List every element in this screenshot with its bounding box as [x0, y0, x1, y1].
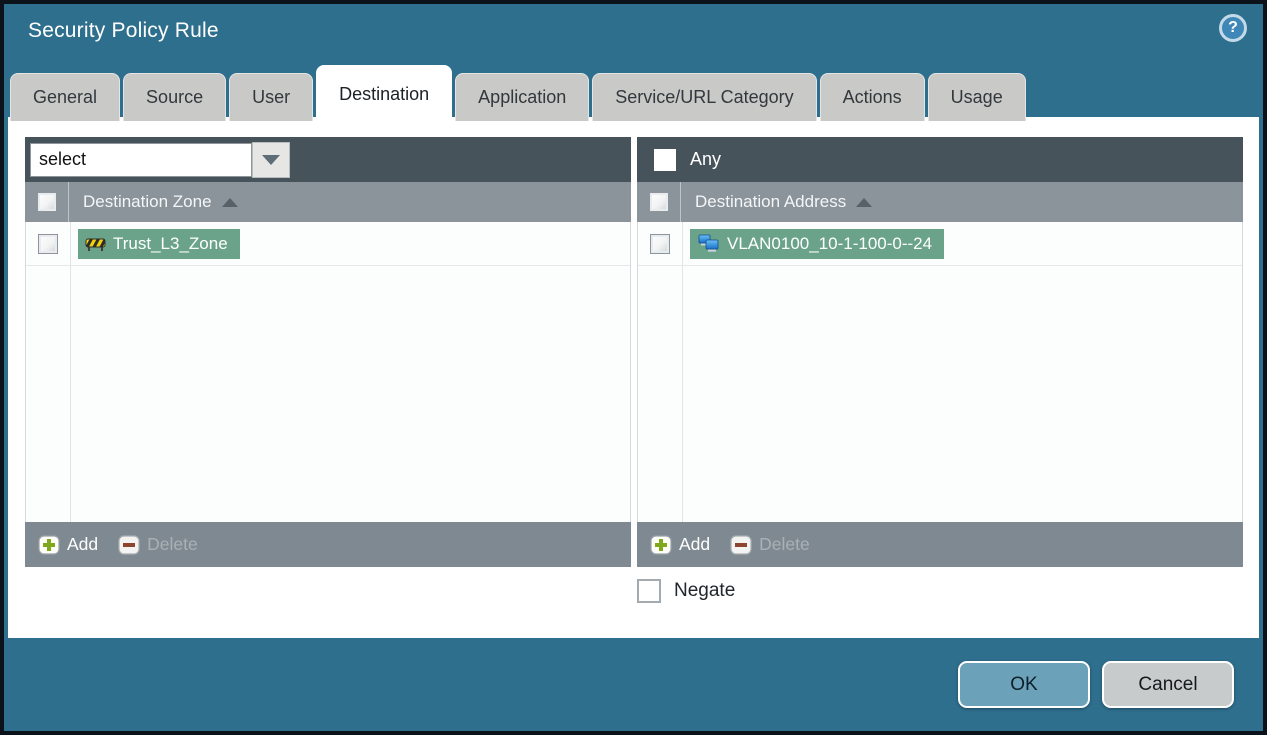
minus-icon [730, 534, 752, 555]
destination-tab-content: Destination Zone [8, 117, 1259, 638]
sort-ascending-icon[interactable] [856, 197, 873, 207]
plus-icon [38, 534, 60, 555]
ok-button[interactable]: OK [958, 661, 1090, 708]
zone-add-label: Add [67, 534, 99, 554]
zone-column-label[interactable]: Destination Zone [83, 192, 212, 212]
tab-actions[interactable]: Actions [819, 73, 925, 121]
tab-bar: General Source User Destination Applicat… [10, 64, 1026, 121]
address-any-checkbox[interactable] [654, 148, 676, 171]
tab-source[interactable]: Source [123, 73, 227, 121]
minus-icon [118, 534, 140, 555]
zone-row: Trust_L3_Zone [26, 222, 630, 266]
zone-delete-label: Delete [147, 534, 198, 554]
zone-select-all-checkbox[interactable] [36, 192, 57, 212]
network-icon [698, 234, 719, 252]
tab-application[interactable]: Application [455, 73, 590, 121]
address-row-checkbox[interactable] [650, 233, 670, 254]
tab-service-url-category[interactable]: Service/URL Category [592, 73, 817, 121]
plus-icon [650, 534, 672, 555]
address-delete-label: Delete [759, 534, 810, 554]
tab-usage[interactable]: Usage [927, 73, 1026, 121]
zone-list: Trust_L3_Zone [25, 222, 631, 522]
address-entry-label: VLAN0100_10-1-100-0--24 [727, 233, 933, 253]
tab-general[interactable]: General [10, 73, 121, 121]
zone-icon [85, 238, 106, 251]
dialog-title: Security Policy Rule [28, 19, 219, 42]
negate-label: Negate [674, 580, 736, 601]
tab-destination[interactable]: Destination [316, 65, 453, 121]
zone-entry[interactable]: Trust_L3_Zone [78, 228, 240, 259]
address-any-label: Any [690, 149, 722, 169]
address-delete-button[interactable]: Delete [730, 534, 810, 555]
address-column-header: Destination Address [637, 182, 1243, 222]
zone-row-checkbox[interactable] [38, 233, 58, 254]
address-add-label: Add [679, 534, 711, 554]
address-toolbar: Add Delete [637, 522, 1243, 567]
address-entry[interactable]: VLAN0100_10-1-100-0--24 [690, 228, 945, 259]
zone-delete-button[interactable]: Delete [118, 534, 198, 555]
destination-address-panel: Any Destination Address VLAN0100_10-1-10… [637, 137, 1243, 567]
zone-filter-input[interactable] [30, 142, 252, 177]
help-icon[interactable]: ? [1219, 14, 1247, 42]
zone-add-button[interactable]: Add [38, 534, 98, 555]
chevron-down-icon [262, 154, 280, 165]
negate-option: Negate [637, 579, 735, 603]
address-add-button[interactable]: Add [650, 534, 710, 555]
zone-filter-dropdown-button[interactable] [252, 141, 290, 178]
address-column-label[interactable]: Destination Address [695, 192, 846, 212]
zone-entry-label: Trust_L3_Zone [113, 233, 228, 253]
destination-zone-panel: Destination Zone [25, 137, 631, 567]
zone-column-header: Destination Zone [25, 182, 631, 222]
address-row: VLAN0100_10-1-100-0--24 [638, 222, 1242, 266]
zone-filter-bar [25, 137, 631, 182]
tab-user[interactable]: User [229, 73, 314, 121]
zone-toolbar: Add Delete [25, 522, 631, 567]
address-select-all-checkbox[interactable] [648, 192, 669, 212]
address-any-bar: Any [637, 137, 1243, 182]
negate-checkbox[interactable] [637, 579, 661, 603]
cancel-button[interactable]: Cancel [1102, 661, 1234, 708]
sort-ascending-icon[interactable] [221, 197, 238, 207]
security-policy-rule-dialog: Security Policy Rule ? General Source Us… [0, 0, 1267, 735]
address-list: VLAN0100_10-1-100-0--24 [637, 222, 1243, 522]
